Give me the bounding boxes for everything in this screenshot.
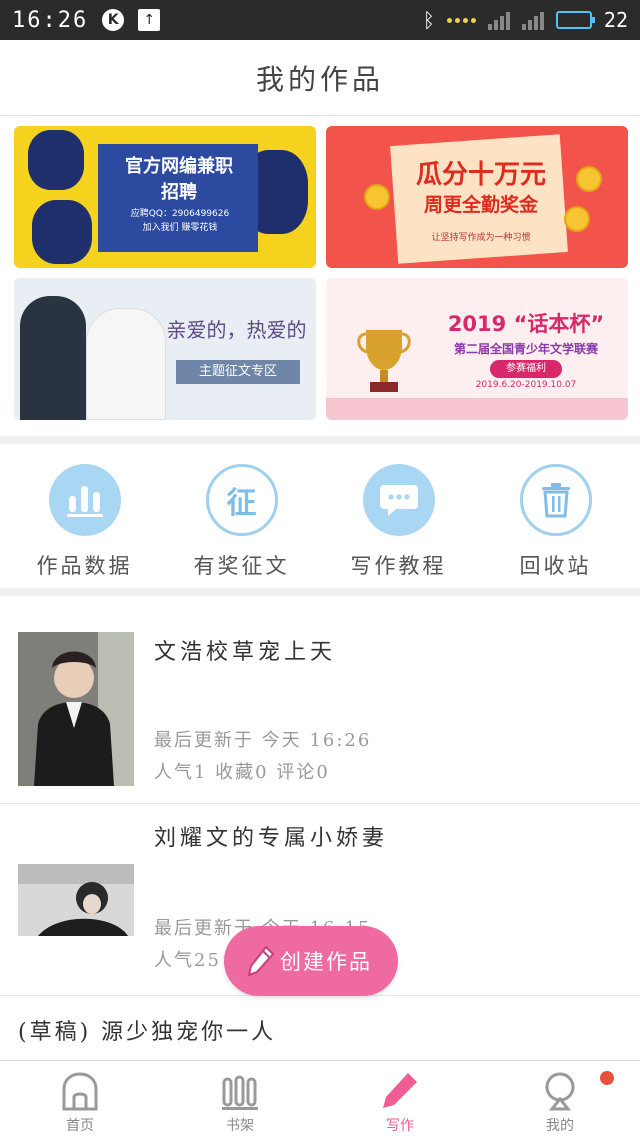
trash-icon <box>519 464 592 536</box>
tool-label: 作品数据 <box>36 554 133 578</box>
home-icon <box>62 1072 98 1111</box>
bookshelf-icon <box>222 1075 258 1110</box>
tutorial-chat-icon <box>362 464 435 536</box>
work-cover-image <box>18 632 134 786</box>
banner-grid: 官方网编兼职 招聘 应聘QQ：2906499626 加入我们 赚零花钱 瓜分十万… <box>14 126 628 420</box>
battery-percent: 22 <box>603 8 628 32</box>
banner-text: 官方网编兼职 <box>125 156 233 177</box>
signal-icon <box>487 10 510 30</box>
notification-dot <box>600 1071 614 1085</box>
create-work-button[interactable]: 创建作品 <box>224 926 398 996</box>
coin-icon <box>576 166 602 192</box>
tool-label: 写作教程 <box>350 554 447 578</box>
coin-icon <box>364 184 390 210</box>
banner-text: 周更全勤奖金 <box>423 194 538 216</box>
banner-text: 第二届全国青少年文学联赛 <box>453 342 598 356</box>
banner-text: 加入我们 赚零花钱 <box>142 223 218 233</box>
tab-label: 首页 <box>66 1118 94 1134</box>
tab-label: 我的 <box>546 1118 574 1134</box>
contest-icon: 征 <box>205 464 278 536</box>
page-title: 我的作品 <box>255 62 384 96</box>
contest-glyph: 征 <box>226 486 257 521</box>
status-time: 16:26 <box>12 7 89 33</box>
pencil-icon <box>383 1073 417 1108</box>
upload-icon: ↑ <box>138 9 161 31</box>
tool-label: 有奖征文 <box>193 554 290 578</box>
header: 我的作品 <box>0 40 640 116</box>
banner-contest-theme[interactable]: 亲爱的，热爱的 主题征文专区 <box>14 278 316 420</box>
tab-bookshelf[interactable]: 书架 <box>160 1061 320 1138</box>
draft-item[interactable]: (草稿) 源少独宠你一人 <box>18 1014 276 1046</box>
tab-me[interactable]: 我的 <box>480 1061 640 1138</box>
create-work-label: 创建作品 <box>280 950 372 974</box>
banner-text: 2019.6.20-2019.10.07 <box>475 380 577 390</box>
banner-text: 让坚持写作成为一种习惯 <box>431 233 531 243</box>
tab-label: 写作 <box>386 1118 414 1134</box>
banner-text: 亲爱的，热爱的 <box>166 318 307 342</box>
wifi-icon <box>446 17 476 23</box>
bar-chart-icon <box>48 464 121 536</box>
tab-home[interactable]: 首页 <box>0 1061 160 1138</box>
battery-icon <box>555 11 595 29</box>
banner-text: 瓜分十万元 <box>415 160 546 190</box>
section-divider <box>0 588 640 596</box>
tools-row: 作品数据 征 有奖征文 写作教程 回收站 <box>0 446 640 588</box>
tool-label: 回收站 <box>519 554 592 578</box>
list-item[interactable]: 文浩校草宠上天 最后更新于 今天 16:26 人气1 收藏0 评论0 <box>0 598 640 804</box>
banner-text: 2019 “话本杯” <box>447 312 605 336</box>
wave-decoration <box>326 398 628 420</box>
coin-icon <box>564 206 590 232</box>
tool-tutorial[interactable]: 写作教程 <box>329 446 469 588</box>
illustration-person <box>28 130 84 190</box>
banner-text: 招聘 <box>161 182 197 203</box>
pencil-icon <box>247 945 275 977</box>
illustration-person <box>86 308 166 420</box>
tool-recycle-bin[interactable]: 回收站 <box>486 446 626 588</box>
illustration-person <box>32 200 92 264</box>
tool-contest[interactable]: 征 有奖征文 <box>172 446 312 588</box>
banner-pill: 参赛福利 <box>490 360 562 378</box>
work-stats: 人气25 <box>154 950 221 971</box>
banner-bonus[interactable]: 瓜分十万元 周更全勤奖金 让坚持写作成为一种习惯 <box>326 126 628 268</box>
banner-contest-2019[interactable]: 2019 “话本杯” 第二届全国青少年文学联赛 参赛福利 2019.6.20-2… <box>326 278 628 420</box>
profile-icon <box>545 1072 575 1111</box>
work-cover-image <box>18 864 134 936</box>
status-bar: 16:26 K ↑ ᛒ 22 <box>0 0 640 40</box>
work-updated: 最后更新于 今天 16:26 <box>154 730 372 751</box>
work-title: 刘耀文的专属小娇妻 <box>154 826 389 851</box>
tab-write[interactable]: 写作 <box>320 1061 480 1138</box>
work-stats: 人气1 收藏0 评论0 <box>154 762 330 783</box>
banner-text: 应聘QQ：2906499626 <box>130 209 230 219</box>
banner-recruit[interactable]: 官方网编兼职 招聘 应聘QQ：2906499626 加入我们 赚零花钱 <box>14 126 316 268</box>
work-title: 文浩校草宠上天 <box>154 640 337 665</box>
illustration-person <box>20 296 86 420</box>
banner-tag: 主题征文专区 <box>176 360 300 384</box>
section-divider <box>0 436 640 444</box>
tab-label: 书架 <box>226 1118 254 1134</box>
trophy-icon <box>357 330 411 392</box>
k-app-icon: K <box>102 9 125 31</box>
signal-icon-2 <box>521 10 544 30</box>
bottom-tab-bar: 首页 书架 写作 我的 <box>0 1060 640 1138</box>
tool-works-data[interactable]: 作品数据 <box>15 446 155 588</box>
bluetooth-icon: ᛒ <box>422 8 435 32</box>
